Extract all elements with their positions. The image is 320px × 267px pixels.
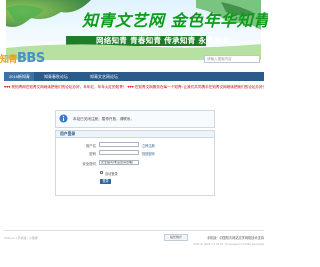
register-link[interactable]: 立即注册 <box>142 143 155 148</box>
login-panel-header: 用户登录 <box>56 131 214 138</box>
info-icon <box>59 114 68 123</box>
nav-item-home[interactable]: 2018新知青 <box>4 72 34 81</box>
nav-item-forum-wenyi[interactable]: 知青文艺网论坛 <box>90 72 140 81</box>
logo-text: BBS <box>17 51 45 66</box>
footer-links[interactable]: Archiver | 手机版 | 小黑屋 <box>4 236 38 240</box>
footer: Archiver | 手机版 | 小黑屋 站长统计 手机版 · 中国知青网站文学… <box>4 230 264 250</box>
security-question-label: 安全提问 <box>82 162 96 166</box>
remember-checkbox[interactable] <box>100 171 103 174</box>
main-nav: 2018新知青 知青春秋论坛 知青文艺网论坛 <box>4 72 264 81</box>
username-field[interactable] <box>99 142 139 147</box>
password-label: 密码 <box>89 152 96 156</box>
login-panel: 用户登录 用户名 立即注册 密码 找回密码 安全提问 安全提问(未设置请忽略) … <box>55 130 215 196</box>
username-label: 用户名 <box>85 144 96 148</box>
login-title: 用户登录 <box>60 132 76 136</box>
announcement-marquee: ♥♥♥ 祝知青网在知青文网继续把他们的论坛办好，年年红，年年火红的知青！ ♥♥♥… <box>4 85 264 89</box>
footer-powered: 手机版 · 中国知青网站文学网络技术支持 <box>206 236 264 240</box>
stats-badge[interactable]: 站长统计 <box>164 234 188 241</box>
notice-text: 本站已关闭注册，暂停开放，请联系。 <box>73 117 135 121</box>
nav-item-forum-chunqiu[interactable]: 知青春秋论坛 <box>44 72 84 81</box>
login-button[interactable]: 登录 <box>100 179 111 184</box>
banner-title: 知青文艺网 金色年华知青网 <box>82 11 268 30</box>
security-question-select[interactable]: 安全提问(未设置请忽略) <box>99 160 139 165</box>
password-field[interactable] <box>99 150 139 155</box>
footer-timestamp: GMT+8, 2024-7-1 13:04 , Processed in 0.0… <box>193 242 264 246</box>
banner-slogan: 网络知青 青春知青 传承知青 永不言老 <box>96 36 230 45</box>
forgot-password-link[interactable]: 找回密码 <box>142 151 155 156</box>
search-input[interactable]: 请输入搜索内容 <box>204 55 260 63</box>
logo-prefix: 知青 <box>0 55 18 65</box>
site-logo[interactable]: 知青BBS <box>0 51 45 67</box>
remember-label: 自动登录 <box>105 172 118 176</box>
notice-box: 本站已关闭注册，暂停开放，请联系。 <box>55 110 215 128</box>
